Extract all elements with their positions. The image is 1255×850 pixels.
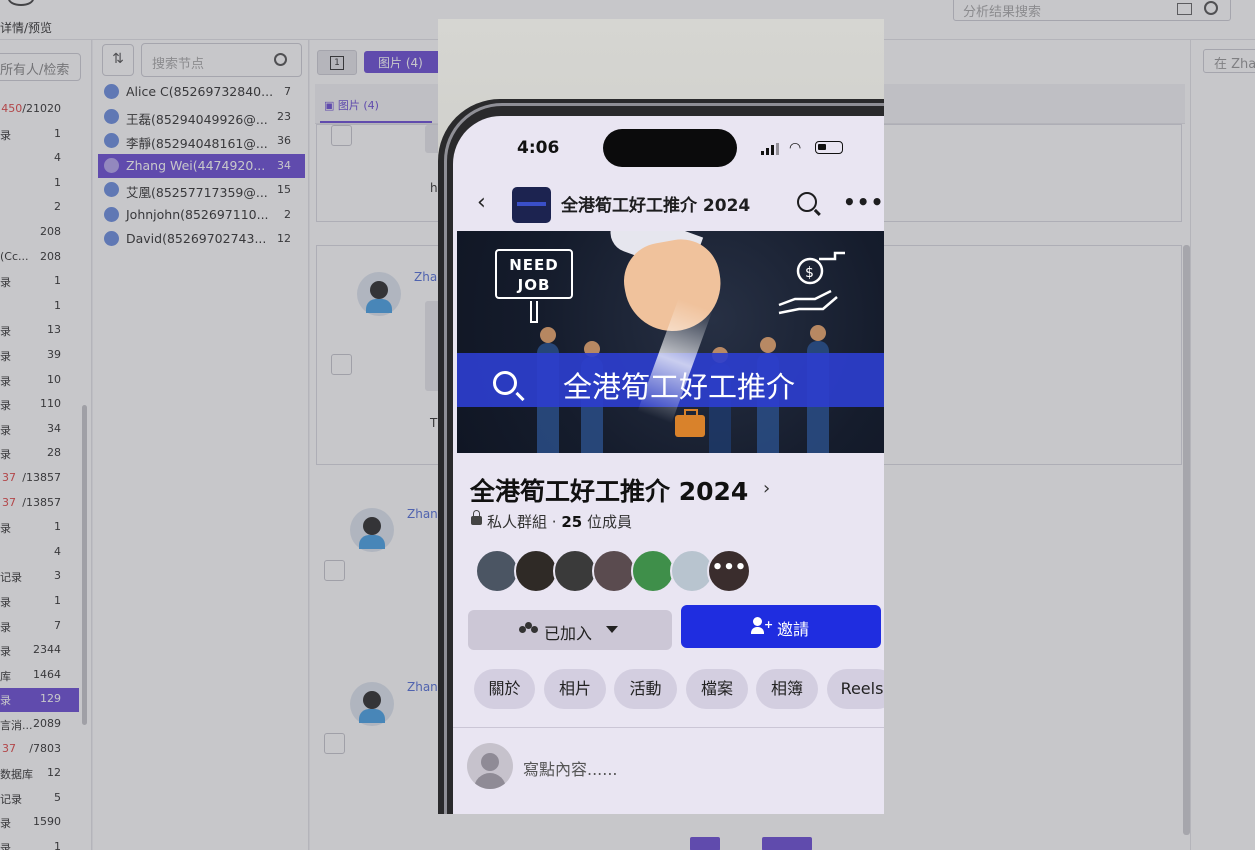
group-member-count: 25 [561, 513, 583, 531]
member-avatar [514, 549, 558, 593]
group-name: 全港筍工好工推介 2024 [470, 477, 749, 506]
signal-icon [761, 143, 781, 155]
svg-text:$: $ [805, 265, 814, 281]
chip-events: 活動 [614, 669, 677, 709]
need-job-sign: NEED JOB [495, 249, 573, 299]
group-meta-separator: · [551, 513, 557, 531]
chip-reels: Reels [827, 669, 884, 709]
group-thumbnail [512, 187, 551, 223]
member-avatar [592, 549, 636, 593]
image-preview[interactable]: 4:06 ◠ ‹ 全港筍工好工推介 2024 ••• NEED JOB $ 全港… [438, 19, 884, 814]
chip-about: 關於 [474, 669, 535, 709]
search-icon [797, 192, 817, 212]
invite-label: 邀請 [777, 620, 810, 639]
group-privacy: 私人群組 [487, 513, 548, 531]
phone-screen: 4:06 ◠ ‹ 全港筍工好工推介 2024 ••• NEED JOB $ 全港… [453, 116, 884, 814]
member-avatar [553, 549, 597, 593]
chip-albums: 相簿 [756, 669, 818, 709]
group-cover-image: NEEDJOB $ 全港筍工好工推介 [457, 231, 884, 453]
search-icon [493, 371, 517, 395]
money-hand-icon: $ [778, 251, 845, 315]
more-members-avatar: ••• [707, 549, 751, 593]
chip-files: 檔案 [686, 669, 748, 709]
chevron-left-icon: ‹ [477, 190, 486, 215]
member-avatar [631, 549, 675, 593]
divider [453, 727, 884, 728]
group-member-label: 位成員 [587, 513, 633, 531]
group-meta: 私人群組 · 25 位成員 [487, 511, 632, 532]
chevron-right-icon: › [763, 478, 771, 499]
avatar [467, 743, 513, 789]
nav-title: 全港筍工好工推介 2024 [561, 196, 751, 216]
caret-down-icon [606, 626, 618, 633]
invite-button: + 邀請 [681, 605, 881, 648]
dynamic-island [603, 129, 737, 167]
joined-label: 已加入 [544, 624, 593, 643]
lock-icon [471, 510, 482, 525]
sign-pole [530, 301, 538, 323]
people-icon [519, 622, 538, 636]
briefcase-icon [675, 409, 705, 437]
status-time: 4:06 [517, 138, 560, 158]
wifi-icon: ◠ [789, 140, 802, 156]
composer-placeholder: 寫點內容...... [523, 760, 618, 779]
chip-photos: 相片 [544, 669, 606, 709]
add-user-icon: + [751, 617, 773, 635]
member-avatar [475, 549, 519, 593]
joined-button: 已加入 [468, 610, 672, 650]
more-horizontal-icon: ••• [843, 190, 884, 214]
battery-icon [815, 141, 843, 154]
